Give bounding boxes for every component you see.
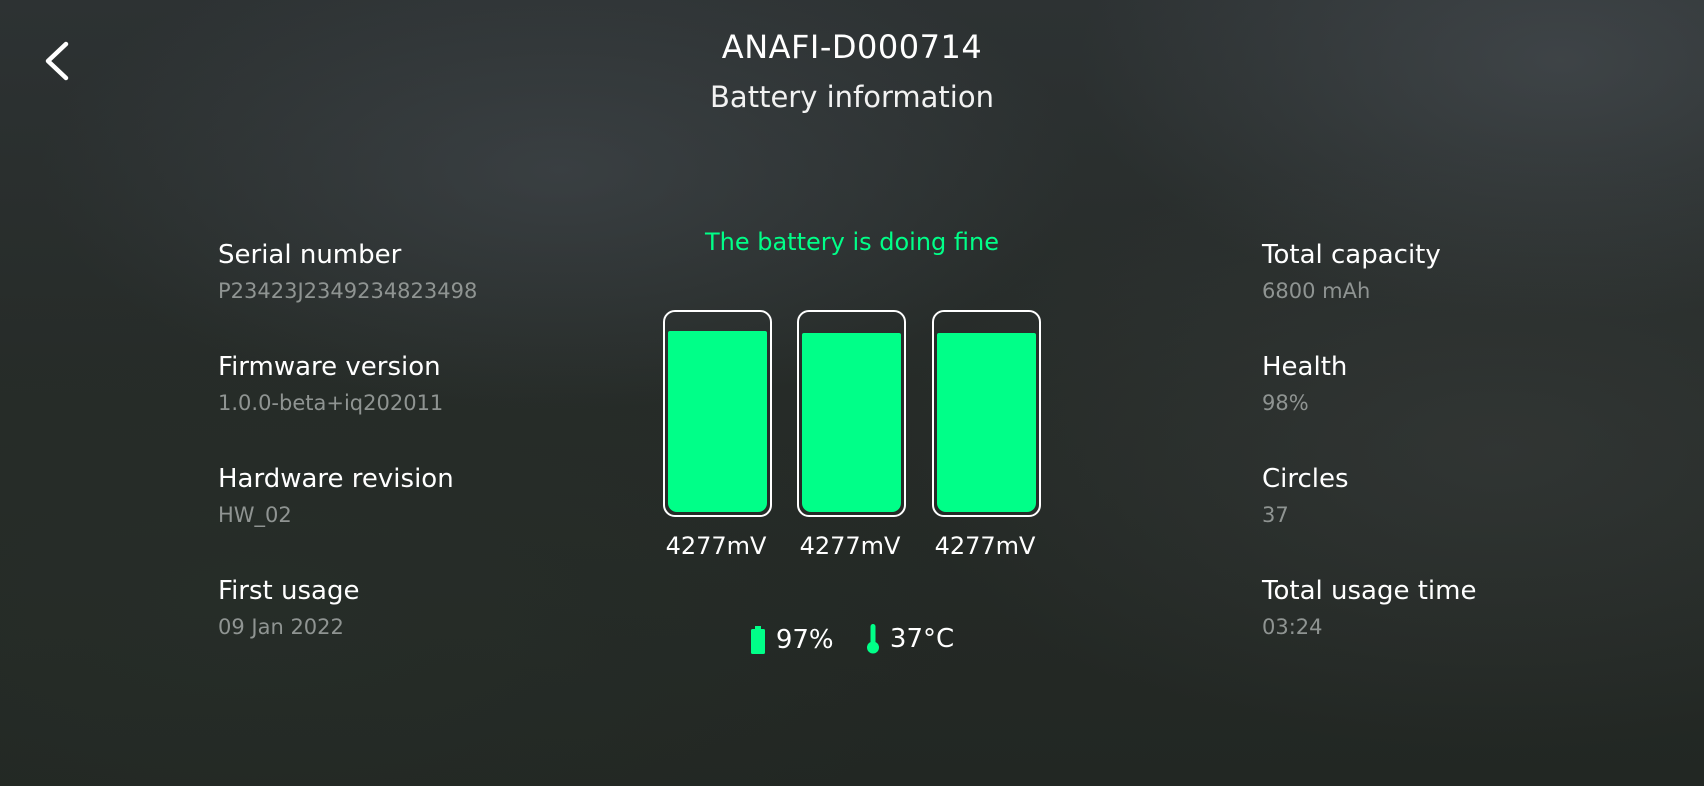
total-capacity-value: 6800 mAh <box>1262 279 1371 303</box>
total-capacity-label: Total capacity <box>1262 240 1441 270</box>
battery-cell-fill <box>937 333 1036 512</box>
cell-voltage: 4277mV <box>799 532 901 560</box>
circles-value: 37 <box>1262 503 1289 527</box>
temperature-value: 37°C <box>889 624 955 654</box>
hardware-revision-label: Hardware revision <box>218 464 454 494</box>
left-info-column: Serial number P23423J2349234823498 Firmw… <box>218 238 477 686</box>
temperature-stat: 37°C <box>866 624 954 654</box>
charge-value: 97% <box>775 625 834 655</box>
health-label: Health <box>1262 352 1348 382</box>
device-name: ANAFI-D000714 <box>721 28 983 66</box>
charge-stat: 97% <box>750 625 834 655</box>
total-usage-time-item: Total usage time 03:24 <box>1262 574 1476 686</box>
right-info-column: Total capacity 6800 mAh Health 98% Circl… <box>1262 238 1476 686</box>
battery-cell-fill <box>668 331 767 512</box>
total-usage-time-value: 03:24 <box>1262 615 1323 639</box>
battery-cell <box>797 310 906 517</box>
firmware-version-item: Firmware version 1.0.0-beta+iq202011 <box>218 350 477 462</box>
health-value: 98% <box>1262 391 1309 415</box>
first-usage-label: First usage <box>218 576 360 606</box>
battery-cell-fill <box>802 333 901 512</box>
total-capacity-item: Total capacity 6800 mAh <box>1262 238 1476 350</box>
circles-item: Circles 37 <box>1262 462 1476 574</box>
serial-number-value: P23423J2349234823498 <box>218 279 478 303</box>
battery-cell <box>663 310 772 517</box>
thermometer-icon <box>866 624 879 654</box>
cell-voltage: 4277mV <box>934 532 1036 560</box>
firmware-version-value: 1.0.0-beta+iq202011 <box>218 391 444 415</box>
firmware-version-label: Firmware version <box>218 352 441 382</box>
cell-voltage: 4277mV <box>665 532 767 560</box>
total-usage-time-label: Total usage time <box>1262 576 1477 606</box>
battery-cell <box>932 310 1041 517</box>
battery-cells <box>663 310 1043 520</box>
page-title: Battery information <box>710 80 994 114</box>
health-item: Health 98% <box>1262 350 1476 462</box>
battery-icon <box>750 626 765 654</box>
hardware-revision-value: HW_02 <box>218 503 292 527</box>
hardware-revision-item: Hardware revision HW_02 <box>218 462 477 574</box>
circles-label: Circles <box>1262 464 1349 494</box>
